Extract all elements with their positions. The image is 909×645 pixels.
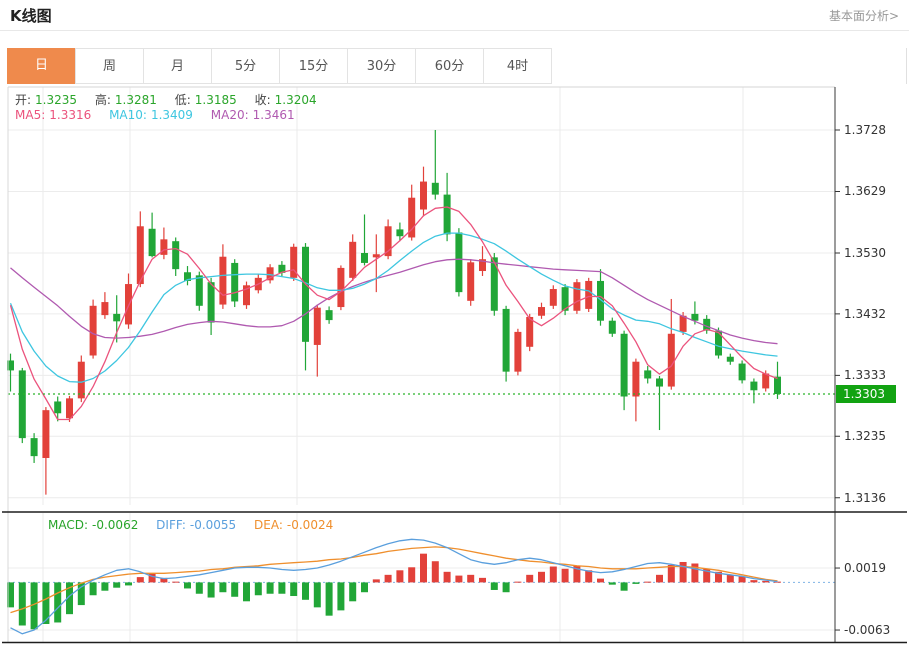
ma5-label: MA5: — [15, 108, 45, 122]
close-label: 收: — [255, 93, 271, 107]
interval-tabbar: 日 周 月 5分 15分 30分 60分 4时 — [8, 48, 907, 84]
tab-5min[interactable]: 5分 — [211, 48, 280, 84]
high-label: 高: — [95, 93, 111, 107]
tab-week[interactable]: 周 — [75, 48, 144, 84]
y-axis-tick-label: 1.3136 — [844, 491, 886, 505]
macd-legend: MACD: -0.0062 DIFF: -0.0055 DEA: -0.0024 — [48, 518, 337, 532]
y-axis-tick-label: 1.3728 — [844, 123, 886, 137]
y-axis-tick-label: 0.0019 — [844, 561, 886, 575]
macd-label: MACD: — [48, 518, 88, 532]
kline-chart[interactable] — [0, 84, 909, 645]
macd-value: -0.0062 — [92, 518, 138, 532]
current-price-badge: 1.3303 — [836, 385, 896, 403]
y-axis-tick-label: 1.3333 — [844, 368, 886, 382]
page-title: K线图 — [10, 5, 52, 26]
y-axis-tick-label: 1.3530 — [844, 246, 886, 260]
tab-15min[interactable]: 15分 — [279, 48, 348, 84]
page-header: K线图 基本面分析> — [0, 0, 909, 30]
y-axis-tick-label: 1.3432 — [844, 307, 886, 321]
tab-30min[interactable]: 30分 — [347, 48, 416, 84]
ma5-line — [11, 207, 778, 420]
y-axis-tick-label: 1.3235 — [844, 429, 886, 443]
ma-legend: MA5: 1.3316 MA10: 1.3409 MA20: 1.3461 — [15, 108, 299, 122]
tab-day[interactable]: 日 — [7, 48, 76, 84]
candlestick-series — [7, 130, 781, 495]
open-label: 开: — [15, 93, 31, 107]
tab-month[interactable]: 月 — [143, 48, 212, 84]
y-axis-tick-label: 1.3629 — [844, 184, 886, 198]
open-value: 1.3235 — [35, 93, 77, 107]
dea-value: -0.0024 — [287, 518, 333, 532]
kline-page: { "header": { "title": "K线图", "link": "基… — [0, 0, 909, 645]
y-axis-tick-label: -0.0063 — [844, 623, 890, 637]
diff-line — [11, 539, 778, 634]
diff-value: -0.0055 — [190, 518, 236, 532]
ma10-value: 1.3409 — [151, 108, 193, 122]
low-label: 低: — [175, 93, 191, 107]
tab-4hour[interactable]: 4时 — [483, 48, 552, 84]
fundamental-analysis-link[interactable]: 基本面分析> — [829, 7, 899, 24]
ma20-value: 1.3461 — [253, 108, 295, 122]
high-value: 1.3281 — [115, 93, 157, 107]
dea-label: DEA: — [254, 518, 283, 532]
ohlc-legend: 开: 1.3235 高: 1.3281 低: 1.3185 收: 1.3204 — [15, 91, 321, 108]
ma5-value: 1.3316 — [49, 108, 91, 122]
chart-area: 开: 1.3235 高: 1.3281 低: 1.3185 收: 1.3204 MA5:… — [0, 84, 909, 645]
diff-label: DIFF: — [156, 518, 186, 532]
ma10-label: MA10: — [109, 108, 147, 122]
tab-60min[interactable]: 60分 — [415, 48, 484, 84]
header-divider — [0, 30, 909, 31]
ma20-label: MA20: — [211, 108, 249, 122]
close-value: 1.3204 — [275, 93, 317, 107]
macd-histogram — [7, 554, 781, 630]
low-value: 1.3185 — [195, 93, 237, 107]
